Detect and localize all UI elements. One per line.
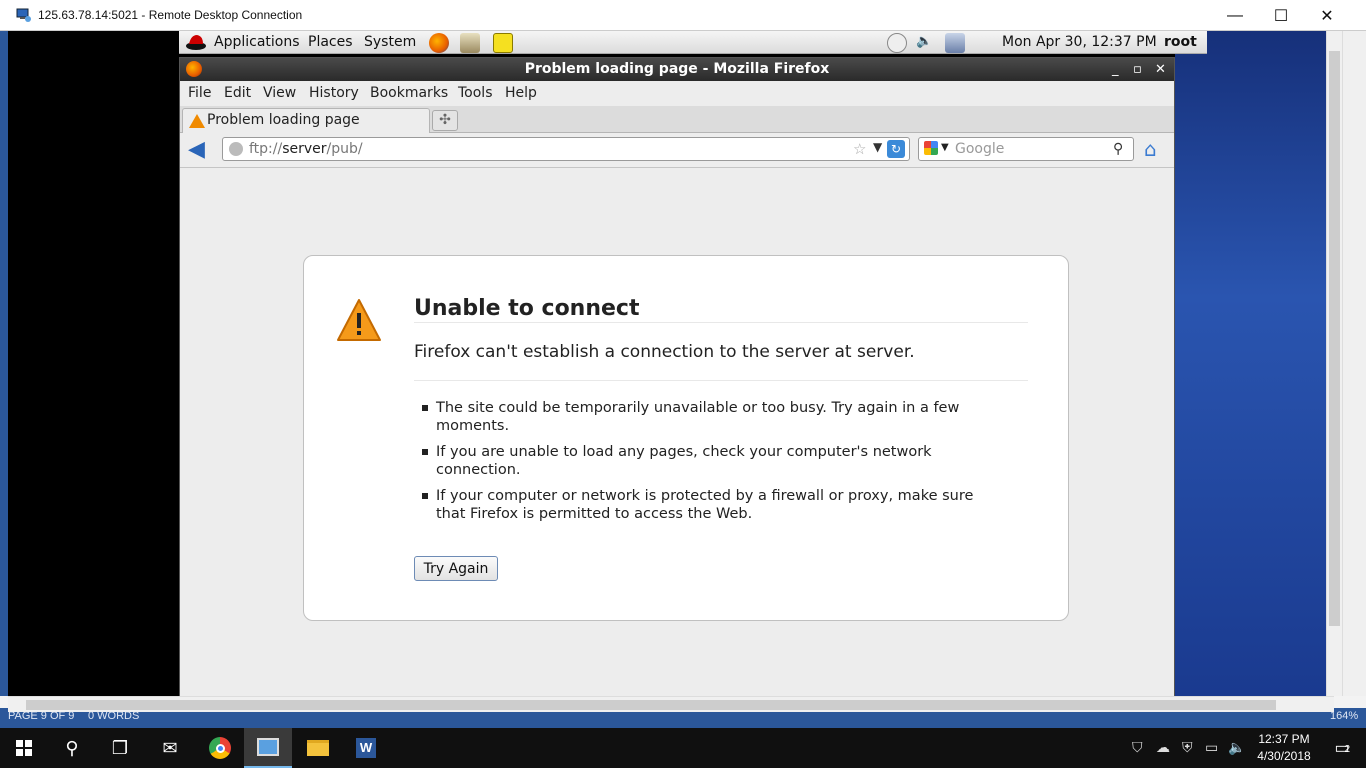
firefox-window-title: Problem loading page - Mozilla Firefox	[524, 61, 830, 77]
gnome-menu-system[interactable]: System	[364, 34, 416, 50]
gnome-menu-places[interactable]: Places	[308, 34, 353, 50]
error-divider-bottom	[414, 380, 1028, 381]
firefox-launcher-icon[interactable]	[429, 33, 449, 53]
rdp-close-button[interactable]: ✕	[1304, 0, 1350, 31]
task-view-icon[interactable]: ❐	[96, 728, 144, 768]
engine-dropdown-icon[interactable]: ▼	[941, 142, 949, 153]
url-path: /pub/	[326, 141, 363, 157]
error-suggestion-item: The site could be temporarily unavailabl…	[414, 399, 974, 435]
firefox-menu-bar: File Edit View History Bookmarks Tools H…	[180, 81, 1174, 106]
menu-tools[interactable]: Tools	[458, 85, 493, 101]
error-title: Unable to connect	[414, 296, 640, 321]
error-subtitle: Firefox can't establish a connection to …	[414, 342, 915, 362]
volume-tray-icon[interactable]: 🔈	[1228, 739, 1245, 756]
firefox-window: Problem loading page - Mozilla Firefox _…	[179, 57, 1175, 696]
vertical-scroll-thumb[interactable]	[1329, 51, 1340, 626]
word-zoom-level[interactable]: 164%	[1330, 710, 1358, 722]
firefox-navigation-bar: ◀ ftp://server/pub/ ☆ ▼ ↻ ▼ Google ⚲ ⌂	[180, 133, 1174, 168]
search-binoculars-icon[interactable]: ⚲	[1113, 141, 1123, 157]
network-tray-icon[interactable]: ▭	[1205, 739, 1218, 756]
notes-launcher-icon[interactable]	[493, 33, 513, 53]
word-left-border	[0, 31, 8, 696]
reload-icon[interactable]: ↻	[887, 140, 905, 158]
firefox-minimize-button[interactable]: _	[1112, 58, 1119, 81]
error-suggestions-list: The site could be temporarily unavailabl…	[414, 399, 974, 531]
error-divider-top	[414, 322, 1028, 323]
firefox-logo-icon	[186, 61, 202, 77]
firefox-title-bar: Problem loading page - Mozilla Firefox _…	[180, 58, 1174, 81]
large-warning-icon	[337, 299, 381, 341]
url-bar[interactable]: ftp://server/pub/ ☆ ▼ ↻	[222, 137, 910, 161]
file-explorer-icon[interactable]	[294, 728, 342, 768]
chrome-icon[interactable]	[196, 728, 244, 768]
error-suggestion-item: If you are unable to load any pages, che…	[414, 443, 974, 479]
menu-bookmarks[interactable]: Bookmarks	[370, 85, 448, 101]
menu-edit[interactable]: Edit	[224, 85, 251, 101]
volume-icon[interactable]: 🔈	[916, 34, 932, 49]
notification-count: 2	[1344, 744, 1350, 755]
tab-label: Problem loading page	[207, 112, 360, 128]
rdp-title-bar: 125.63.78.14:5021 - Remote Desktop Conne…	[0, 0, 1366, 31]
mail-launcher-icon[interactable]	[460, 33, 480, 53]
redhat-logo-icon	[186, 35, 206, 50]
rdp-window-title: 125.63.78.14:5021 - Remote Desktop Conne…	[38, 8, 303, 22]
search-placeholder: Google	[955, 141, 1005, 157]
bookmark-star-icon[interactable]: ☆	[853, 140, 866, 158]
warning-icon	[189, 114, 205, 128]
taskbar-date: 4/30/2018	[1257, 749, 1311, 763]
remote-desktop-wallpaper	[1175, 31, 1334, 696]
menu-view[interactable]: View	[263, 85, 296, 101]
gnome-top-panel: Applications Places System 🔈 Mon Apr 30,…	[179, 31, 1207, 54]
action-center-icon[interactable]: ▭ 2	[1318, 728, 1366, 768]
firefox-maximize-button[interactable]: ▫	[1133, 58, 1142, 81]
remote-desktop-taskbar-icon[interactable]	[244, 728, 292, 768]
windows-taskbar: ⚲ ❐ ✉ W ⛉ ☁ ⛨ ▭ 🔈 12:37 PM 4/30/2018 ▭ 2	[0, 728, 1366, 768]
panel-clock[interactable]: Mon Apr 30, 12:37 PM	[1002, 34, 1157, 50]
rdp-maximize-button[interactable]: ☐	[1258, 0, 1304, 31]
network-icon[interactable]	[945, 33, 965, 53]
word-icon[interactable]: W	[342, 728, 390, 768]
word-right-panel	[1342, 31, 1366, 696]
tab-problem-loading[interactable]: Problem loading page	[182, 108, 430, 133]
error-suggestion-item: If your computer or network is protected…	[414, 487, 974, 523]
url-host: server	[282, 141, 327, 157]
menu-help[interactable]: Help	[505, 85, 537, 101]
search-bar[interactable]: ▼ Google ⚲	[918, 137, 1134, 161]
search-icon[interactable]: ⚲	[48, 728, 96, 768]
gnome-menu-applications[interactable]: Applications	[214, 34, 300, 50]
taskbar-clock[interactable]: 12:37 PM 4/30/2018	[1254, 731, 1314, 765]
update-indicator-icon[interactable]	[887, 33, 907, 53]
windows-logo-icon	[16, 740, 32, 756]
rdp-vertical-scrollbar[interactable]	[1326, 31, 1342, 696]
google-engine-icon[interactable]	[924, 141, 938, 155]
site-identity-icon[interactable]	[229, 142, 243, 156]
url-scheme: ftp://	[249, 141, 283, 157]
security-icon[interactable]: ⛨	[1182, 739, 1193, 756]
firefox-close-button[interactable]: ✕	[1155, 58, 1166, 81]
rdp-minimize-button[interactable]: —	[1212, 0, 1258, 31]
rdp-app-icon	[16, 8, 31, 22]
back-arrow-icon[interactable]: ◀	[188, 139, 210, 161]
panel-user[interactable]: root	[1164, 34, 1197, 50]
url-text[interactable]: ftp://server/pub/	[249, 141, 363, 157]
home-icon[interactable]: ⌂	[1144, 139, 1166, 161]
menu-history[interactable]: History	[309, 85, 359, 101]
taskbar-time: 12:37 PM	[1258, 732, 1310, 746]
rdp-horizontal-scrollbar[interactable]	[8, 696, 1334, 712]
url-dropdown-icon[interactable]: ▼	[873, 140, 882, 154]
menu-file[interactable]: File	[188, 85, 211, 101]
try-again-button[interactable]: Try Again	[414, 556, 498, 581]
shield-icon[interactable]: ⛉	[1132, 739, 1143, 756]
remote-desktop-area[interactable]: Applications Places System 🔈 Mon Apr 30,…	[8, 31, 1334, 696]
horizontal-scroll-thumb[interactable]	[26, 700, 1276, 710]
new-tab-button[interactable]: ✣	[432, 110, 458, 131]
error-page-container: Unable to connect Firefox can't establis…	[303, 255, 1069, 621]
firefox-tab-strip: Problem loading page ✣	[180, 106, 1174, 133]
onedrive-icon[interactable]: ☁	[1156, 739, 1170, 756]
start-button[interactable]	[0, 728, 48, 768]
mail-icon[interactable]: ✉	[146, 728, 194, 768]
